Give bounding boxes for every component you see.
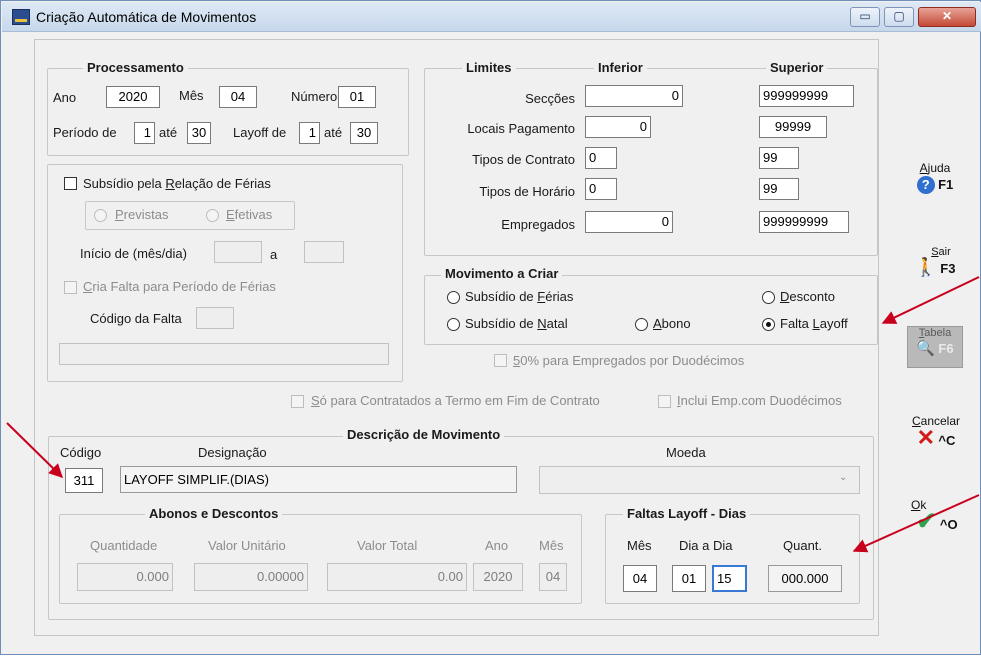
arrow-to-quant	[852, 494, 980, 553]
arrow-to-falta-layoff	[881, 276, 980, 324]
main-window: Criação Automática de Movimentos ▭ ▢ ✕ P…	[0, 0, 981, 655]
arrow-to-codigo	[6, 422, 63, 478]
annotation-arrows	[6, 276, 980, 553]
